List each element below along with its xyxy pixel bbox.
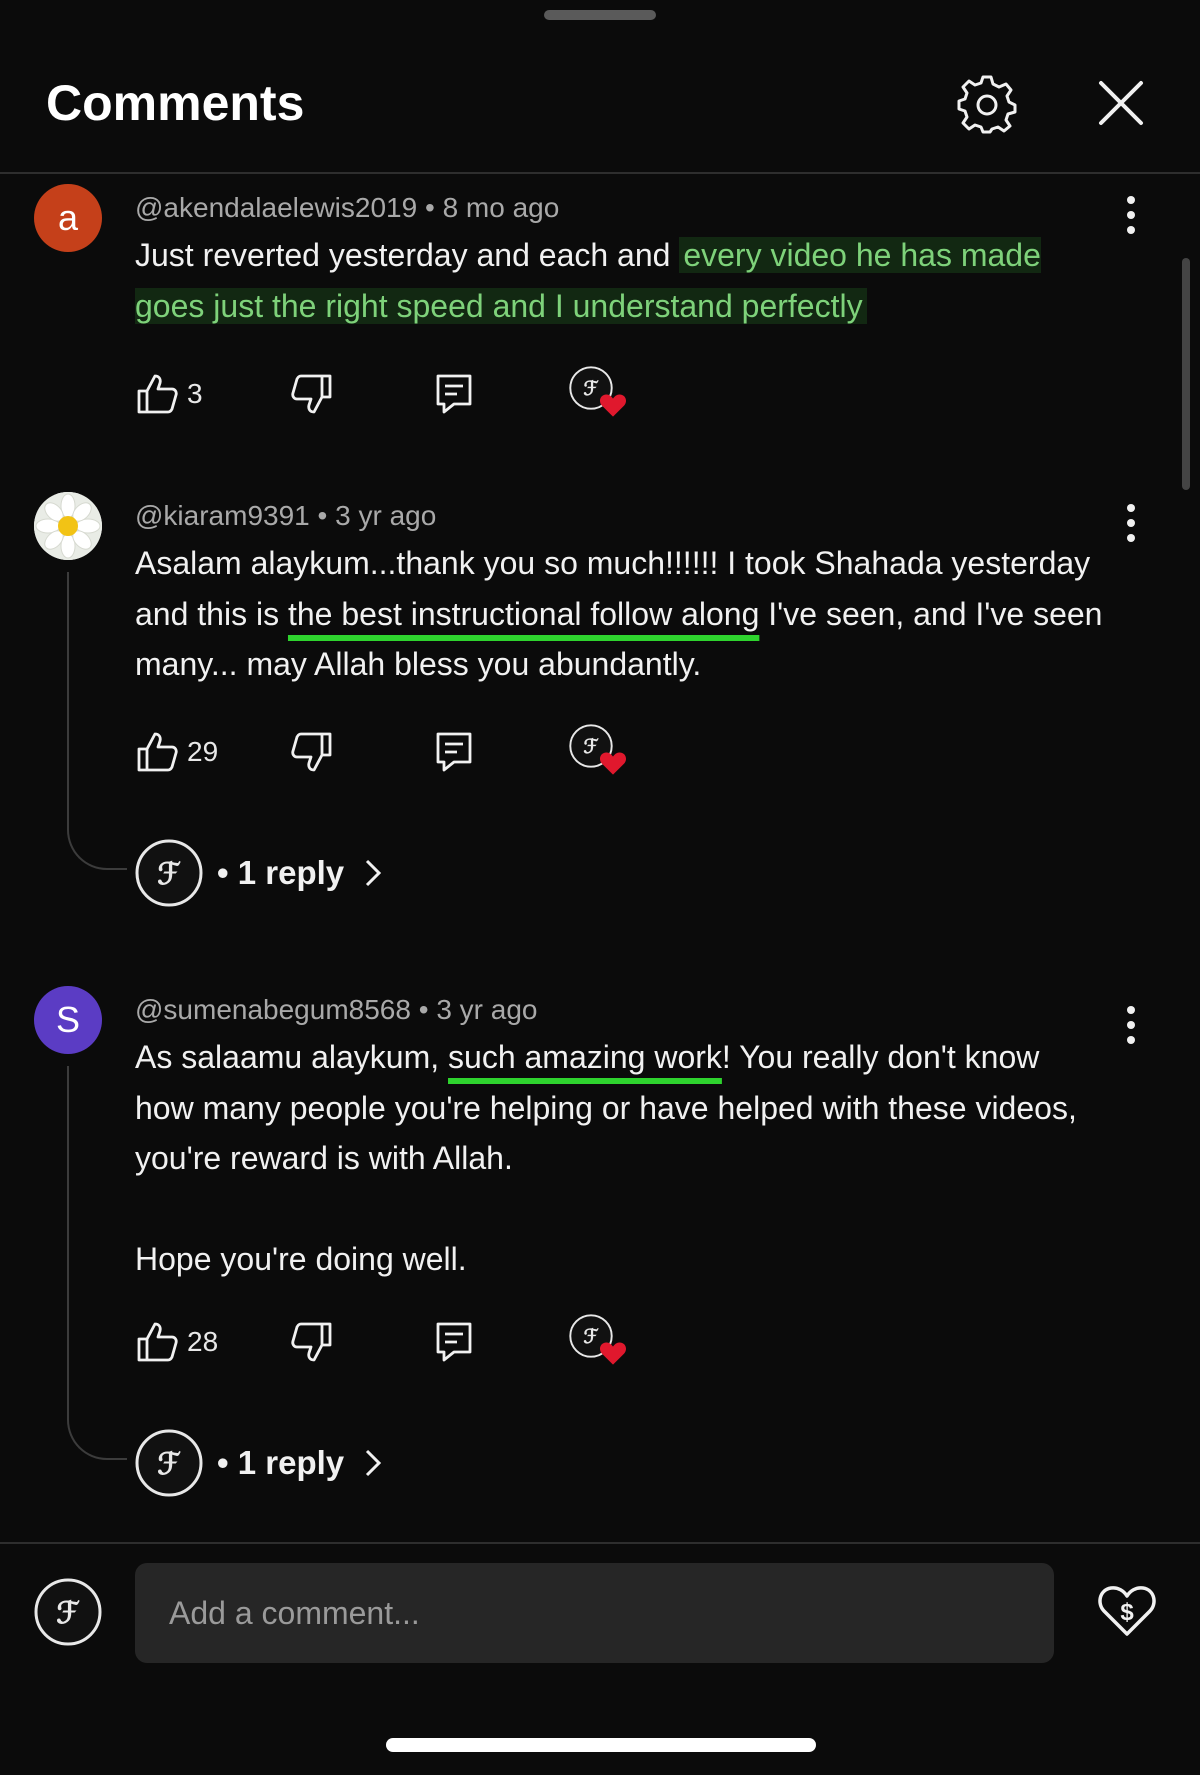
thumbs-down-icon <box>290 372 334 416</box>
comment-actions: 29 <box>135 722 735 782</box>
meta-separator: • <box>317 500 336 531</box>
user-avatar-icon[interactable] <box>34 1578 102 1646</box>
reply-button[interactable] <box>432 722 476 782</box>
reply-icon <box>432 1320 476 1364</box>
comment-author[interactable]: @akendalaelewis2019 <box>135 192 417 223</box>
meta-separator: • <box>424 192 443 223</box>
more-options-icon[interactable] <box>1116 1000 1146 1050</box>
like-count: 3 <box>187 378 203 409</box>
view-replies-button[interactable]: • 1 reply <box>135 1428 382 1498</box>
reply-button[interactable] <box>432 1312 476 1372</box>
creator-heart-icon <box>569 724 627 775</box>
avatar[interactable] <box>34 492 102 560</box>
like-button[interactable]: 28 <box>135 1312 218 1372</box>
thumbs-up-icon <box>135 372 179 416</box>
view-replies-button[interactable]: • 1 reply <box>135 838 382 908</box>
thumbs-down-icon <box>290 1320 334 1364</box>
creator-heart-badge <box>567 722 629 784</box>
comment-item: S @sumenabegum8568 • 3 yr ago As salaamu… <box>0 982 1200 1522</box>
meta-separator: • <box>418 994 437 1025</box>
like-button[interactable]: 3 <box>135 364 203 424</box>
flower-avatar-icon <box>34 492 102 560</box>
comment-actions: 28 <box>135 1312 735 1372</box>
creator-heart-badge <box>567 364 629 426</box>
avatar[interactable]: a <box>34 184 102 252</box>
comment-actions: 3 <box>135 364 735 424</box>
comment-text-part: Just reverted yesterday and each and <box>135 237 680 273</box>
creator-heart-icon <box>569 366 627 417</box>
comment-item: a @akendalaelewis2019 • 8 mo ago Just re… <box>0 180 1200 440</box>
comment-text: Asalam alaykum...thank you so much!!!!!!… <box>135 538 1105 690</box>
comment-author[interactable]: @kiaram9391 <box>135 500 310 531</box>
reply-icon <box>432 372 476 416</box>
add-comment-input[interactable] <box>135 1563 1054 1663</box>
avatar[interactable]: S <box>34 986 102 1054</box>
page-title: Comments <box>46 75 305 131</box>
channel-avatar-icon <box>135 1429 203 1497</box>
reply-button[interactable] <box>432 364 476 424</box>
comment-meta: @akendalaelewis2019 • 8 mo ago <box>135 192 559 224</box>
comment-time: 8 mo ago <box>442 192 560 223</box>
comment-item: @kiaram9391 • 3 yr ago Asalam alaykum...… <box>0 488 1200 928</box>
comment-author[interactable]: @sumenabegum8568 <box>135 994 411 1025</box>
comment-text: As salaamu alaykum, such amazing work! Y… <box>135 1032 1105 1285</box>
dislike-button[interactable] <box>290 722 334 782</box>
thumbs-down-icon <box>290 730 334 774</box>
thread-line <box>67 1066 127 1460</box>
creator-heart-badge <box>567 1312 629 1374</box>
comment-time: 3 yr ago <box>335 500 437 531</box>
thumbs-up-icon <box>135 1320 179 1364</box>
thumbs-up-icon <box>135 730 179 774</box>
reply-count: 1 reply <box>237 854 345 891</box>
reply-count-label: • 1 reply <box>217 854 345 891</box>
like-count: 29 <box>187 736 219 767</box>
home-indicator <box>386 1738 816 1752</box>
channel-avatar-icon <box>135 839 203 907</box>
reply-count-label: • 1 reply <box>217 1444 345 1481</box>
reply-icon <box>432 730 476 774</box>
like-count: 28 <box>187 1326 219 1357</box>
gear-icon[interactable] <box>956 74 1018 136</box>
dislike-button[interactable] <box>290 364 334 424</box>
comments-header: Comments <box>0 0 1200 174</box>
comment-meta: @kiaram9391 • 3 yr ago <box>135 500 436 532</box>
comment-text: Just reverted yesterday and each and eve… <box>135 230 1105 331</box>
footer-divider <box>0 1542 1200 1544</box>
chevron-right-icon <box>366 859 382 887</box>
more-options-icon[interactable] <box>1116 498 1146 548</box>
comment-text-highlight: the best instructional follow along <box>287 595 760 632</box>
reply-count: 1 reply <box>237 1444 345 1481</box>
comment-text-part: As salaamu alaykum, <box>135 1039 449 1075</box>
svg-text:$: $ <box>1120 1599 1134 1626</box>
comment-meta: @sumenabegum8568 • 3 yr ago <box>135 994 538 1026</box>
comment-text-highlight: such amazing work <box>448 1039 722 1075</box>
thread-line <box>67 572 127 870</box>
close-icon[interactable] <box>1096 78 1146 128</box>
creator-heart-icon <box>569 1314 627 1365</box>
super-thanks-icon[interactable]: $ <box>1096 1578 1158 1640</box>
chevron-right-icon <box>366 1449 382 1477</box>
more-options-icon[interactable] <box>1116 190 1146 240</box>
comment-time: 3 yr ago <box>436 994 538 1025</box>
dislike-button[interactable] <box>290 1312 334 1372</box>
like-button[interactable]: 29 <box>135 722 218 782</box>
